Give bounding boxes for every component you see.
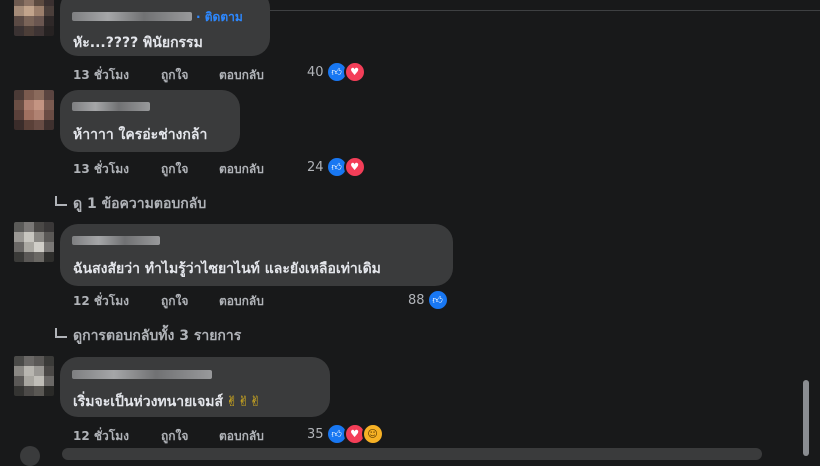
reaction-summary[interactable]: 40 👍︎ ♥ [307, 61, 366, 83]
like-link[interactable]: ถูกใจ [161, 66, 188, 85]
avatar[interactable] [14, 90, 54, 130]
comment-time[interactable]: 13 ชั่วโมง [73, 66, 129, 85]
scrollbar-thumb[interactable] [803, 380, 809, 456]
comment-text: ฉันสงสัยว่า ทำไมรู้ว่าไซยาไนท์ และยังเหล… [73, 261, 381, 277]
like-link[interactable]: ถูกใจ [161, 292, 188, 311]
like-link[interactable]: ถูกใจ [161, 427, 188, 446]
view-replies-label: ดูการตอบกลับทั้ง 3 รายการ [73, 328, 242, 344]
haha-icon: ☺ [361, 423, 384, 445]
reaction-count: 24 [307, 159, 324, 175]
commenter-name[interactable] [72, 236, 160, 245]
like-icon: 👍︎ [426, 289, 449, 311]
love-icon: ♥ [343, 61, 366, 83]
victory-hand-icon: ✌✌✌ [226, 394, 262, 410]
reaction-count: 40 [307, 64, 324, 80]
comment-time[interactable]: 12 ชั่วโมง [73, 427, 129, 446]
reply-link[interactable]: ตอบกลับ [219, 292, 264, 311]
reply-link[interactable]: ตอบกลับ [219, 427, 264, 446]
reply-link[interactable]: ตอบกลับ [219, 160, 264, 179]
follow-link[interactable]: · ติดตาม [196, 8, 243, 27]
top-divider [225, 10, 820, 11]
reaction-count: 88 [408, 292, 425, 308]
reply-link[interactable]: ตอบกลับ [219, 66, 264, 85]
like-link[interactable]: ถูกใจ [161, 160, 188, 179]
comment-text: ห้าาาา ใครอ่ะช่างกล้า [73, 127, 208, 143]
comment-text-body: เริ่มจะเป็นห่วงทนายเจมส์ [73, 394, 224, 410]
reply-arrow-icon [55, 328, 67, 338]
comment-time[interactable]: 13 ชั่วโมง [73, 160, 129, 179]
commenter-name[interactable] [72, 12, 192, 21]
comment-text: เริ่มจะเป็นห่วงทนายเจมส์ ✌✌✌ [73, 391, 261, 413]
comment-time[interactable]: 12 ชั่วโมง [73, 292, 129, 311]
view-replies-link[interactable]: ดูการตอบกลับทั้ง 3 รายการ [55, 325, 241, 347]
view-replies-label: ดู 1 ข้อความตอบกลับ [73, 196, 207, 212]
current-user-avatar[interactable] [20, 446, 40, 466]
reaction-summary[interactable]: 24 👍︎ ♥ [307, 156, 366, 178]
comment-text: หัะ...???? พินัยกรรม [73, 35, 203, 51]
commenter-name[interactable] [72, 370, 212, 379]
commenter-name[interactable] [72, 102, 150, 111]
love-icon: ♥ [343, 156, 366, 178]
comment-input[interactable] [62, 448, 762, 460]
reaction-summary[interactable]: 35 👍︎ ♥ ☺ [307, 423, 384, 445]
view-replies-link[interactable]: ดู 1 ข้อความตอบกลับ [55, 193, 206, 215]
reaction-summary[interactable]: 88 👍︎ [408, 289, 449, 311]
avatar[interactable] [14, 0, 54, 36]
avatar[interactable] [14, 356, 54, 396]
reply-arrow-icon [55, 196, 67, 206]
reaction-count: 35 [307, 426, 324, 442]
avatar[interactable] [14, 222, 54, 262]
